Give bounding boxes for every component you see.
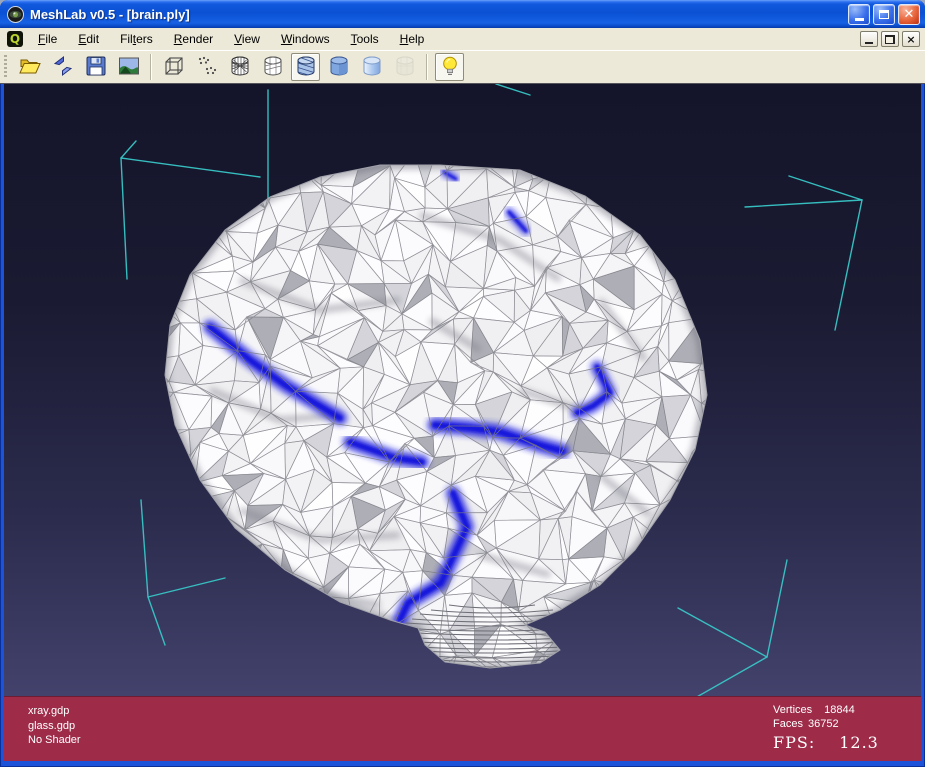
brain-mesh-scene	[4, 84, 921, 696]
menu-items: FileEditFiltersRenderViewWindowsToolsHel…	[30, 29, 437, 49]
toolbar-separator	[426, 54, 428, 80]
render-flat-lines-button[interactable]	[291, 53, 320, 81]
menu-edit[interactable]: Edit	[70, 29, 107, 49]
shader-list-item: No Shader	[28, 733, 81, 748]
menu-help[interactable]: Help	[392, 29, 433, 49]
status-bar: xray.gdpglass.gdpNo Shader Vertices 18844…	[4, 696, 921, 761]
minimize-icon	[855, 18, 864, 21]
light-bulb-icon	[438, 54, 462, 81]
maximize-icon	[879, 10, 889, 19]
shader-list: xray.gdpglass.gdpNo Shader	[28, 704, 81, 748]
reload-button[interactable]	[48, 53, 77, 81]
save-snapshot-button[interactable]	[81, 53, 110, 81]
q-document-icon: Q	[7, 31, 23, 47]
fps-value: 12.3	[839, 736, 879, 750]
fps-label: FPS:	[773, 736, 815, 750]
menu-windows[interactable]: Windows	[273, 29, 338, 49]
faces-label: Faces	[773, 718, 803, 730]
wireframe-cylinder-icon	[228, 54, 252, 81]
menu-filters[interactable]: Filters	[112, 29, 161, 49]
faces-value: 36752	[808, 718, 839, 730]
close-button[interactable]: ✕	[898, 4, 920, 25]
snapshot-button[interactable]	[114, 53, 143, 81]
smooth-cylinder-icon	[360, 54, 384, 81]
open-folder-icon	[18, 54, 42, 81]
toolbar	[0, 51, 925, 84]
shader-list-item: xray.gdp	[28, 704, 81, 719]
mdi-minimize-button[interactable]	[860, 31, 878, 47]
texture-cylinder-icon	[393, 54, 417, 81]
toolbar-buttons	[13, 53, 466, 81]
shader-list-item: glass.gdp	[28, 719, 81, 734]
mdi-close-button[interactable]: ×	[902, 31, 920, 47]
reload-icon	[51, 54, 75, 81]
render-points-button[interactable]	[192, 53, 221, 81]
render-flat-button[interactable]	[324, 53, 353, 81]
toolbar-grip-handle[interactable]	[4, 55, 7, 79]
mdi-restore-button[interactable]	[881, 31, 899, 47]
vertices-label: Vertices	[773, 704, 812, 716]
floppy-disk-icon	[84, 54, 108, 81]
minimize-button[interactable]	[848, 4, 870, 25]
render-hidden-lines-button[interactable]	[258, 53, 287, 81]
viewport-3d[interactable]	[4, 84, 921, 696]
mdi-minimize-icon	[865, 42, 873, 44]
mdi-restore-icon	[885, 35, 895, 44]
title-bar[interactable]: MeshLab v0.5 - [brain.ply] ✕	[0, 0, 925, 28]
menu-bar: Q FileEditFiltersRenderViewWindowsToolsH…	[0, 28, 925, 51]
toolbar-separator	[150, 54, 152, 80]
snapshot-image-icon	[117, 54, 141, 81]
menu-tools[interactable]: Tools	[343, 29, 387, 49]
flat-cylinder-icon	[327, 54, 351, 81]
maximize-button[interactable]	[873, 4, 895, 25]
menu-view[interactable]: View	[226, 29, 268, 49]
render-wire-button[interactable]	[225, 53, 254, 81]
open-button[interactable]	[15, 53, 44, 81]
meshlab-window: MeshLab v0.5 - [brain.ply] ✕ Q FileEditF…	[0, 0, 925, 767]
mesh-stats: Vertices 18844 Faces 36752 FPS: 12.3	[773, 703, 915, 750]
light-toggle-button[interactable]	[435, 53, 464, 81]
menu-render[interactable]: Render	[166, 29, 221, 49]
vertices-value: 18844	[824, 704, 855, 716]
hidden-lines-cylinder-icon	[261, 54, 285, 81]
render-bbox-button[interactable]	[159, 53, 188, 81]
menu-file[interactable]: File	[30, 29, 65, 49]
close-icon: ✕	[904, 8, 915, 21]
bounding-box-icon	[162, 54, 186, 81]
flat-lines-cylinder-icon	[294, 54, 318, 81]
mdi-window-controls: ×	[857, 31, 920, 47]
window-title: MeshLab v0.5 - [brain.ply]	[30, 7, 845, 22]
app-icon	[7, 6, 24, 23]
render-texture-button	[390, 53, 419, 81]
render-smooth-button[interactable]	[357, 53, 386, 81]
mdi-close-icon: ×	[906, 34, 915, 45]
points-icon	[195, 54, 219, 81]
